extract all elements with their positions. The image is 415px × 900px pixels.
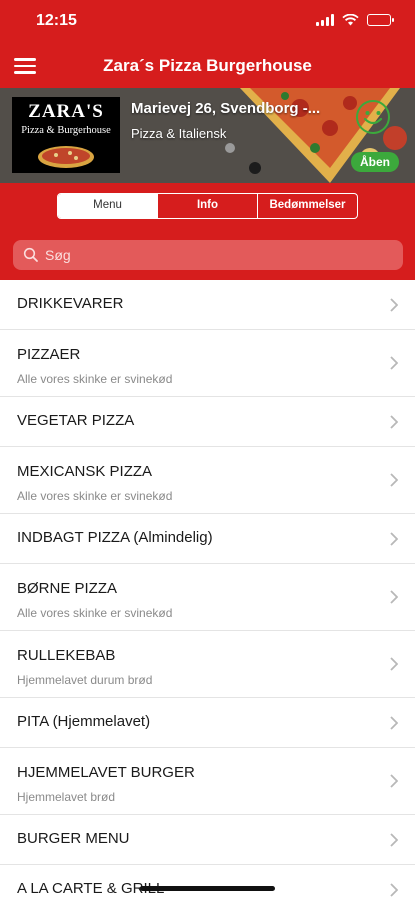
restaurant-address: Marievej 26, Svendborg -... (131, 100, 321, 117)
restaurant-banner: ZARA'S Pizza & Burgerhouse Marievej 26, … (0, 88, 415, 183)
chevron-right-icon (390, 473, 398, 487)
menu-item-title: PIZZAER (17, 346, 81, 363)
open-status-badge: Åben (351, 152, 399, 172)
menu-item-subtitle: Hjemmelavet durum brød (17, 673, 153, 687)
menu-item-subtitle: Hjemmelavet brød (17, 790, 116, 804)
battery-icon (367, 14, 394, 26)
logo-name: ZARA'S (28, 101, 104, 122)
status-time: 12:15 (36, 12, 77, 29)
cellular-signal-icon (316, 14, 334, 26)
menu-item-hjemmelavet-burger[interactable]: HJEMMELAVET BURGER Hjemmelavet brød (0, 748, 415, 815)
search-bar[interactable] (13, 240, 403, 270)
chevron-right-icon (390, 657, 398, 671)
chevron-right-icon (390, 715, 398, 730)
tab-segmented-control: Menu Info Bedømmelser (57, 193, 358, 219)
home-indicator[interactable] (140, 886, 275, 891)
restaurant-logo: ZARA'S Pizza & Burgerhouse (12, 97, 120, 173)
elite-smiley-icon[interactable] (355, 99, 391, 135)
menu-item-title: VEGETAR PIZZA (17, 412, 135, 429)
menu-item-title: HJEMMELAVET BURGER (17, 764, 195, 781)
menu-item-pita[interactable]: PITA (Hjemmelavet) (0, 698, 415, 748)
restaurant-category: Pizza & Italiensk (131, 126, 227, 141)
chevron-right-icon (390, 414, 398, 429)
restaurant-info: Marievej 26, Svendborg -... Pizza & Ital… (131, 100, 320, 141)
menu-item-burger-menu[interactable]: BURGER MENU (0, 815, 415, 865)
menu-item-title: INDBAGT PIZZA (Almindelig) (17, 529, 213, 546)
wifi-icon (342, 14, 359, 26)
menu-item-subtitle: Alle vores skinke er svinekød (17, 489, 173, 503)
menu-item-pizzaer[interactable]: PIZZAER Alle vores skinke er svinekød (0, 330, 415, 397)
status-icons (316, 14, 394, 26)
tab-info[interactable]: Info (157, 194, 257, 218)
menu-item-title: BURGER MENU (17, 830, 130, 847)
chevron-right-icon (390, 774, 398, 788)
chevron-right-icon (390, 356, 398, 370)
search-input[interactable] (45, 247, 403, 263)
chevron-right-icon (390, 297, 398, 312)
menu-item-drikkevarer[interactable]: DRIKKEVARER (0, 280, 415, 330)
chevron-right-icon (390, 531, 398, 546)
menu-category-list: DRIKKEVARER PIZZAER Alle vores skinke er… (0, 280, 415, 900)
app-header: 12:15 Zara´s Pizza Burgerhouse ZARA'S Pi… (0, 0, 415, 284)
tab-reviews[interactable]: Bedømmelser (257, 194, 357, 218)
status-bar: 12:15 (0, 0, 415, 44)
menu-item-title: RULLEKEBAB (17, 647, 116, 664)
chevron-right-icon (390, 882, 398, 897)
page-title: Zara´s Pizza Burgerhouse (103, 56, 312, 75)
menu-item-indbagt-pizza[interactable]: INDBAGT PIZZA (Almindelig) (0, 514, 415, 564)
menu-item-mexicansk-pizza[interactable]: MEXICANSK PIZZA Alle vores skinke er svi… (0, 447, 415, 514)
menu-item-vegetar-pizza[interactable]: VEGETAR PIZZA (0, 397, 415, 447)
tab-menu[interactable]: Menu (58, 194, 157, 218)
search-icon (23, 247, 38, 262)
logo-tagline: Pizza & Burgerhouse (21, 125, 111, 136)
menu-item-a-la-carte-grill[interactable]: A LA CARTE & GRILL (0, 865, 415, 900)
chevron-right-icon (390, 590, 398, 604)
menu-item-title: MEXICANSK PIZZA (17, 463, 153, 480)
menu-item-title: BØRNE PIZZA (17, 580, 118, 597)
menu-item-rullekebab[interactable]: RULLEKEBAB Hjemmelavet durum brød (0, 631, 415, 698)
chevron-right-icon (390, 832, 398, 847)
pizza-icon (38, 146, 94, 168)
menu-item-subtitle: Alle vores skinke er svinekød (17, 606, 173, 620)
hamburger-menu-icon[interactable] (14, 52, 44, 80)
menu-item-subtitle: Alle vores skinke er svinekød (17, 372, 173, 386)
navigation-bar: Zara´s Pizza Burgerhouse (0, 44, 415, 88)
menu-item-title: DRIKKEVARER (17, 295, 124, 312)
menu-item-title: PITA (Hjemmelavet) (17, 713, 151, 730)
menu-item-borne-pizza[interactable]: BØRNE PIZZA Alle vores skinke er svinekø… (0, 564, 415, 631)
